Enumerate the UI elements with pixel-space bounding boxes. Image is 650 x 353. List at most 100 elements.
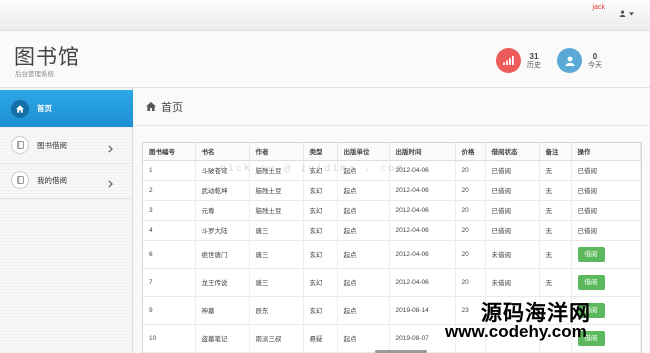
cell-name: 武动乾坤 [195, 180, 250, 201]
table-row: 2 武动乾坤 脑残土豆 玄幻 起点 2012-04-06 20 已借阅无已借阅 [143, 180, 641, 201]
cell-note: 无 [539, 200, 572, 221]
cell-name: 斗罗大陆 [195, 220, 250, 241]
column-header: 图书编号 [143, 143, 196, 161]
history-stat: 31 历史 [496, 48, 541, 73]
history-label: 历史 [527, 61, 541, 69]
cell-name: 元尊 [195, 200, 250, 221]
borrow-button[interactable]: 借阅 [577, 274, 605, 290]
cell-author: 脑残土豆 [249, 200, 304, 221]
column-header: 作者 [249, 143, 304, 161]
table-row: 3 元尊 脑残土豆 玄幻 起点 2012-04-06 20 已借阅无已借阅 [143, 200, 641, 221]
cell-publisher: 起点 [337, 200, 390, 221]
column-header: 借阅状态 [485, 143, 540, 161]
site-watermark-en: www.codehy.com [445, 322, 587, 341]
cell-id: 7 [143, 268, 196, 297]
action-status: 已借阅 [577, 228, 598, 235]
top-bar: jack [0, 0, 650, 31]
cell-id: 1 [143, 160, 196, 181]
cell-name: 龙王传说 [195, 268, 250, 297]
cell-id: 10 [143, 324, 196, 353]
borrow-button[interactable]: 借阅 [577, 246, 605, 262]
action-status: 已借阅 [577, 208, 598, 215]
cell-id: 2 [143, 180, 196, 201]
cell-author: 唐三 [249, 268, 304, 297]
sidebar-item-label: 图书借阅 [37, 140, 67, 150]
cell-note: 无 [539, 268, 572, 297]
site-title: 图书馆 [14, 46, 80, 69]
cell-date: 2012-04-06 [389, 200, 456, 221]
signal-icon [496, 48, 521, 73]
sidebar-item-home[interactable]: 首页 [0, 90, 133, 127]
today-stat: 0 今天 [557, 48, 602, 73]
cell-action: 已借阅 [571, 220, 641, 241]
cell-publisher: 起点 [337, 324, 390, 353]
table-row: 7 龙王传说 唐三 玄幻 起点 2012-04-06 20 未借阅无借阅 [143, 268, 641, 297]
today-label: 今天 [588, 61, 602, 69]
cell-author: 辰东 [249, 296, 304, 325]
book-icon [11, 171, 29, 189]
cell-action: 已借阅 [571, 160, 641, 181]
cell-name: 盗墓笔记 [195, 324, 250, 353]
table-header-row: 图书编号 书名 作者 类型 出版单位 出版时间 价格 借阅状态 备注 操作 [143, 143, 641, 161]
cell-price: 20 [455, 268, 486, 297]
breadcrumb: 首页 [134, 88, 650, 126]
cell-author: 唐三 [249, 240, 304, 269]
history-count: 31 [529, 51, 539, 61]
sidebar-item-my-borrow[interactable]: 我的借阅 [0, 162, 133, 199]
caret-down-icon [629, 11, 634, 16]
cell-status: 已借阅 [485, 180, 540, 201]
cell-note: 无 [539, 160, 572, 181]
cell-author: 南派三叔 [249, 324, 304, 353]
cell-type: 玄幻 [303, 268, 338, 297]
cell-id: 4 [143, 220, 196, 241]
cell-status: 未借阅 [485, 240, 540, 269]
cell-action: 已借阅 [571, 200, 641, 221]
cell-type: 玄幻 [303, 220, 338, 241]
cell-note: 无 [539, 180, 572, 201]
cell-date: 2012-04-06 [389, 220, 456, 241]
cell-status: 已借阅 [485, 160, 540, 181]
cell-price: 20 [455, 220, 486, 241]
cell-id: 3 [143, 200, 196, 221]
action-status: 已借阅 [577, 168, 598, 175]
cell-id: 9 [143, 296, 196, 325]
column-header: 书名 [195, 143, 250, 161]
cell-status: 已借阅 [485, 200, 540, 221]
home-icon [146, 98, 156, 116]
cell-date: 2019-08-14 [389, 296, 456, 325]
cell-action: 已借阅 [571, 180, 641, 201]
cell-status: 已借阅 [485, 220, 540, 241]
header: 图书馆 后台管理系统 31 历史 0 今天 [0, 31, 650, 88]
site-subtitle: 后台管理系统 [15, 71, 54, 78]
column-header: 价格 [455, 143, 486, 161]
cell-price: 20 [455, 200, 486, 221]
column-header: 操作 [571, 143, 641, 161]
cell-type: 悬疑 [303, 324, 338, 353]
cell-action: 借阅 [571, 268, 641, 297]
cell-name: 绝世唐门 [195, 240, 250, 269]
column-header: 备注 [539, 143, 572, 161]
user-menu[interactable] [619, 10, 634, 17]
column-header: 出版时间 [389, 143, 456, 161]
chevron-right-icon [108, 175, 113, 193]
cell-date: 2012-04-06 [389, 180, 456, 201]
column-header: 出版单位 [337, 143, 390, 161]
cell-price: 20 [455, 180, 486, 201]
user-icon [557, 48, 582, 73]
sidebar-item-book-borrow[interactable]: 图书借阅 [0, 127, 133, 164]
chevron-right-icon [108, 140, 113, 158]
cell-type: 玄幻 [303, 296, 338, 325]
cell-date: 2012-04-06 [389, 268, 456, 297]
cell-publisher: 起点 [337, 220, 390, 241]
cell-price: 20 [455, 240, 486, 269]
home-icon [11, 99, 29, 118]
cell-date: 2012-04-06 [389, 240, 456, 269]
sidebar-item-label: 我的借阅 [37, 175, 67, 185]
column-header: 类型 [303, 143, 338, 161]
username-label[interactable]: jack [593, 4, 605, 11]
cell-author: 脑残土豆 [249, 180, 304, 201]
cell-author: 唐三 [249, 220, 304, 241]
sidebar: 首页 图书借阅 我的借阅 [0, 88, 133, 353]
cell-name: 神墓 [195, 296, 250, 325]
table-row: 6 绝世唐门 唐三 玄幻 起点 2012-04-06 20 未借阅无借阅 [143, 240, 641, 269]
